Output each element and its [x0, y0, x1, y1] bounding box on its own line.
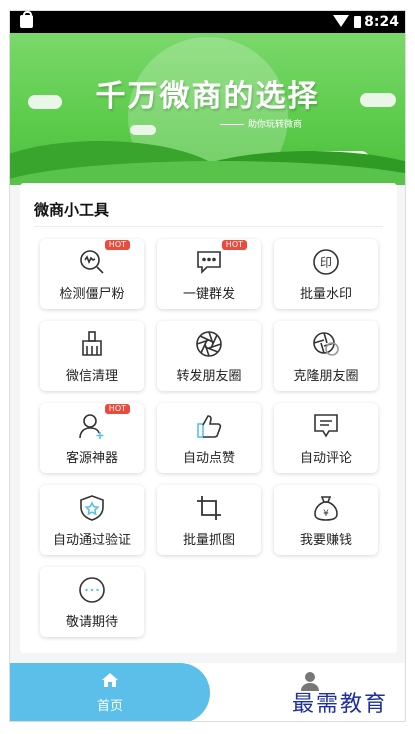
tool-label: 一键群发 [182, 286, 235, 301]
tool-label: 自动点赞 [182, 450, 235, 465]
tool-label: 自动评论 [299, 450, 352, 465]
add-user-icon [79, 414, 104, 439]
tool-make-money[interactable]: ¥ 我要赚钱 [274, 485, 378, 555]
tool-label: 批量水印 [299, 286, 352, 301]
tool-label: 批量抓图 [182, 532, 235, 547]
shield-star-icon [80, 495, 104, 521]
tool-batch-watermark[interactable]: 印 批量水印 [274, 239, 378, 309]
svg-text:¥: ¥ [323, 509, 329, 519]
tool-label: 客源神器 [65, 450, 118, 465]
tool-label: 微信清理 [65, 368, 118, 383]
tool-auto-comment[interactable]: 自动评论 [274, 403, 378, 473]
tool-customer-source[interactable]: HOT 客源神器 [40, 403, 144, 473]
banner-subtitle: 助你玩转微商 [220, 117, 302, 130]
tool-forward-moments[interactable]: 转发朋友圈 [157, 321, 261, 391]
tool-clone-moments[interactable]: 克隆朋友圈 [274, 321, 378, 391]
broom-icon [82, 331, 102, 356]
tool-label: 我要赚钱 [299, 532, 352, 547]
divider [34, 226, 383, 227]
promo-banner[interactable]: 千万微商的选择 助你玩转微商 [10, 33, 405, 185]
aperture-icon [196, 331, 222, 357]
tool-label: 克隆朋友圈 [293, 368, 359, 383]
aperture-clone-icon [313, 332, 339, 356]
stamp-icon: 印 [313, 249, 339, 275]
cloud-icon [130, 125, 156, 135]
svg-text:印: 印 [320, 256, 332, 270]
crop-icon [197, 496, 221, 520]
tool-auto-like[interactable]: 自动点赞 [157, 403, 261, 473]
home-icon [102, 673, 118, 687]
tool-detect-zombie-fans[interactable]: HOT 检测僵尸粉 [40, 239, 144, 309]
hot-badge: HOT [104, 240, 130, 250]
status-bar: 8:24 [10, 11, 405, 33]
tool-label: 转发朋友圈 [176, 368, 242, 383]
tools-card: 微商小工具 HOT 检测僵尸粉 HOT 一键群发 印 批量水印 微信清理 转发朋… [20, 183, 397, 653]
thumbs-up-icon [197, 415, 222, 438]
nav-home-label: 首页 [96, 698, 123, 713]
banner-title: 千万微商的选择 [95, 80, 320, 113]
tool-batch-capture[interactable]: 批量抓图 [157, 485, 261, 555]
tool-wechat-clean[interactable]: 微信清理 [40, 321, 144, 391]
tool-mass-send[interactable]: HOT 一键群发 [157, 239, 261, 309]
money-bag-icon: ¥ [314, 496, 338, 521]
hot-badge: HOT [104, 404, 130, 414]
tool-label: 敬请期待 [65, 614, 118, 629]
battery-icon [354, 16, 361, 28]
tool-label: 自动通过验证 [52, 532, 131, 547]
shopping-bag-icon [20, 11, 33, 28]
nav-home[interactable]: 首页 [10, 663, 210, 721]
section-title: 微商小工具 [34, 202, 110, 219]
app-screen: 8:24 千万微商的选择 助你玩转微商 微商小工具 HOT 检测僵尸粉 HOT … [9, 10, 406, 722]
search-wave-icon [80, 250, 104, 274]
wifi-icon [333, 15, 349, 27]
chat-bubble-icon [197, 251, 221, 274]
hot-badge: HOT [221, 240, 247, 250]
comment-icon [314, 414, 338, 438]
tool-coming-soon[interactable]: 敬请期待 [40, 567, 144, 637]
tool-label: 检测僵尸粉 [59, 286, 125, 301]
status-time: 8:24 [364, 14, 399, 30]
watermark-logo: 最需教育 [292, 692, 389, 717]
more-icon [79, 577, 105, 603]
tool-auto-verify[interactable]: 自动通过验证 [40, 485, 144, 555]
